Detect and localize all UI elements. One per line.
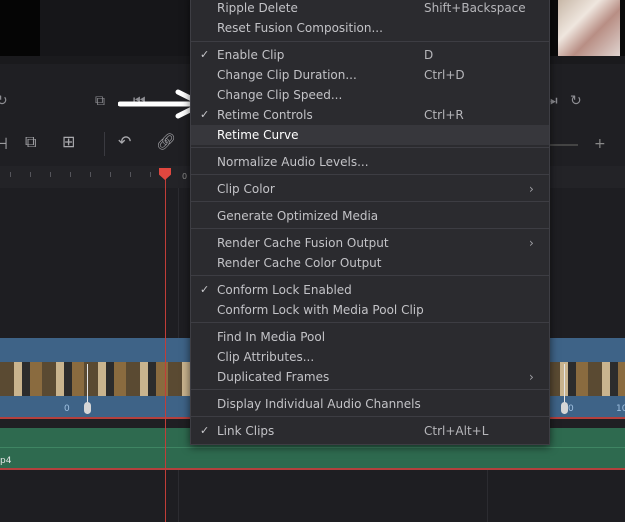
- menu-item-conform-lock-with-media-pool-clip[interactable]: Conform Lock with Media Pool Clip: [191, 300, 549, 320]
- menu-item-clip-attributes[interactable]: Clip Attributes...: [191, 347, 549, 367]
- menu-item-label: Change Clip Speed...: [217, 88, 343, 102]
- insert-clip-icon[interactable]: ⧉: [25, 134, 36, 150]
- loop-icon[interactable]: ↻: [0, 94, 8, 108]
- playhead-line[interactable]: [165, 176, 166, 522]
- ruler-tick: [50, 172, 51, 177]
- menu-separator: [191, 416, 549, 417]
- menu-item-shortcut: Ctrl+R: [424, 108, 464, 122]
- menu-item-retime-curve[interactable]: Retime Curve: [191, 125, 549, 145]
- audio-clip-name: p4: [0, 456, 12, 466]
- speed-point-handle[interactable]: [561, 402, 568, 414]
- audio-track-area: [0, 470, 625, 522]
- retime-speed-point[interactable]: [84, 364, 91, 414]
- menu-item-change-clip-duration[interactable]: Change Clip Duration... Ctrl+D: [191, 65, 549, 85]
- track-gridline: [178, 470, 179, 522]
- menu-separator: [191, 201, 549, 202]
- checkmark-icon: ✓: [200, 283, 210, 296]
- ruler-tick: [130, 172, 131, 177]
- menu-item-label: Clip Color: [217, 182, 275, 196]
- menu-item-label: Conform Lock with Media Pool Clip: [217, 303, 424, 317]
- ruler-label: 0: [182, 172, 188, 181]
- track-gridline: [178, 188, 179, 338]
- menu-item-clip-color[interactable]: Clip Color ›: [191, 179, 549, 199]
- menu-item-label: Retime Curve: [217, 128, 299, 142]
- menu-item-label: Render Cache Color Output: [217, 256, 382, 270]
- menu-item-label: Generate Optimized Media: [217, 209, 379, 223]
- menu-item-duplicated-frames[interactable]: Duplicated Frames ›: [191, 367, 549, 387]
- menu-item-label: Conform Lock Enabled: [217, 283, 352, 297]
- menu-item-find-in-media-pool[interactable]: Find In Media Pool: [191, 327, 549, 347]
- frame-number: 10: [616, 404, 625, 414]
- menu-separator: [191, 322, 549, 323]
- checkmark-icon: ✓: [200, 48, 210, 61]
- menu-item-shortcut: Ctrl+D: [424, 68, 465, 82]
- menu-separator: [191, 389, 549, 390]
- track-gridline: [487, 470, 488, 522]
- menu-item-normalize-audio-levels[interactable]: Normalize Audio Levels...: [191, 152, 549, 172]
- submenu-arrow-icon: ›: [529, 370, 534, 384]
- razor-tool-icon[interactable]: ⊣: [0, 136, 8, 152]
- ruler-tick: [150, 172, 151, 177]
- menu-item-display-individual-audio-channels[interactable]: Display Individual Audio Channels: [191, 394, 549, 414]
- menu-item-generate-optimized-media[interactable]: Generate Optimized Media: [191, 206, 549, 226]
- menu-item-shortcut: Ctrl+Alt+L: [424, 424, 489, 438]
- clip-icon[interactable]: ⧉: [95, 94, 105, 108]
- menu-item-label: Duplicated Frames: [217, 370, 330, 384]
- submenu-arrow-icon: ›: [529, 182, 534, 196]
- speed-point-handle[interactable]: [84, 402, 91, 414]
- viewer-image: [558, 0, 620, 56]
- clip-context-menu: Ripple Delete Shift+Backspace Reset Fusi…: [190, 0, 550, 445]
- frame-number: 0: [568, 404, 574, 414]
- checkmark-icon: ✓: [200, 108, 210, 121]
- menu-item-link-clips[interactable]: ✓ Link Clips Ctrl+Alt+L: [191, 421, 549, 441]
- menu-item-enable-clip[interactable]: ✓ Enable Clip D: [191, 45, 549, 65]
- menu-item-ripple-delete[interactable]: Ripple Delete Shift+Backspace: [191, 0, 549, 18]
- menu-separator: [191, 228, 549, 229]
- menu-item-label: Enable Clip: [217, 48, 285, 62]
- menu-item-label: Link Clips: [217, 424, 275, 438]
- menu-separator: [191, 275, 549, 276]
- menu-item-label: Render Cache Fusion Output: [217, 236, 389, 250]
- menu-separator: [191, 174, 549, 175]
- zoom-slider[interactable]: [548, 144, 578, 146]
- menu-item-label: Reset Fusion Composition...: [217, 21, 383, 35]
- menu-item-shortcut: D: [424, 48, 434, 62]
- checkmark-icon: ✓: [200, 424, 210, 437]
- submenu-arrow-icon: ›: [529, 236, 534, 250]
- menu-item-label: Retime Controls: [217, 108, 313, 122]
- ruler-tick: [90, 172, 91, 177]
- frame-number: 0: [64, 404, 70, 414]
- loop-icon[interactable]: ↻: [570, 94, 582, 108]
- menu-separator: [191, 41, 549, 42]
- menu-item-label: Normalize Audio Levels...: [217, 155, 369, 169]
- menu-separator: [191, 147, 549, 148]
- viewer-gap: [40, 0, 190, 56]
- overwrite-clip-icon[interactable]: ⊞: [62, 134, 75, 150]
- menu-item-label: Clip Attributes...: [217, 350, 315, 364]
- menu-item-label: Find In Media Pool: [217, 330, 326, 344]
- menu-item-label: Ripple Delete: [217, 1, 298, 15]
- toolbar-divider: [104, 132, 105, 156]
- audio-clip-divider: [0, 447, 625, 448]
- ruler-tick: [70, 172, 71, 177]
- menu-item-label: Display Individual Audio Channels: [217, 397, 421, 411]
- menu-item-retime-controls[interactable]: ✓ Retime Controls Ctrl+R: [191, 105, 549, 125]
- snapping-icon[interactable]: ↶: [118, 134, 131, 150]
- retime-speed-point[interactable]: [561, 364, 568, 414]
- ruler-tick: [30, 172, 31, 177]
- menu-item-shortcut: Shift+Backspace: [424, 1, 526, 15]
- menu-item-reset-fusion-composition[interactable]: Reset Fusion Composition...: [191, 18, 549, 38]
- source-viewer: [0, 0, 40, 56]
- menu-item-render-cache-color-output[interactable]: Render Cache Color Output: [191, 253, 549, 273]
- menu-item-change-clip-speed[interactable]: Change Clip Speed...: [191, 85, 549, 105]
- ruler-tick: [10, 172, 11, 177]
- menu-item-label: Change Clip Duration...: [217, 68, 357, 82]
- menu-item-conform-lock-enabled[interactable]: ✓ Conform Lock Enabled: [191, 280, 549, 300]
- ruler-tick: [110, 172, 111, 177]
- link-icon[interactable]: 🔗︎: [156, 134, 176, 150]
- menu-item-render-cache-fusion-output[interactable]: Render Cache Fusion Output ›: [191, 233, 549, 253]
- zoom-in-icon[interactable]: +: [594, 136, 606, 152]
